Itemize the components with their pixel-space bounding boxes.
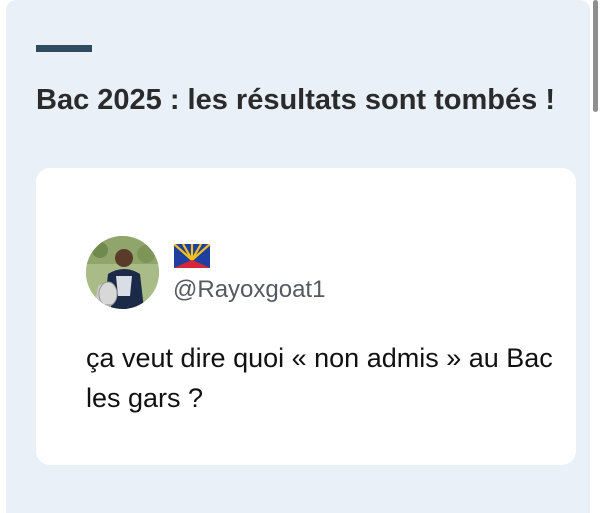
tweet-text: ça veut dire quoi « non admis » au Bac l…	[86, 343, 553, 413]
scrollbar[interactable]	[592, 0, 600, 513]
embedded-tweet-card[interactable]: @Rayoxgoat1 ça veut dire quoi « non admi…	[36, 168, 576, 465]
page: Bac 2025 : les résultats sont tombés ! @…	[0, 0, 600, 513]
article-title: Bac 2025 : les résultats sont tombés !	[36, 84, 555, 116]
avatar-image	[86, 236, 159, 309]
tweet-author-handle[interactable]: @Rayoxgoat1	[173, 276, 325, 304]
reunion-flag-icon	[173, 243, 211, 268]
article-panel: Bac 2025 : les résultats sont tombés ! @…	[6, 0, 590, 513]
accent-bar	[36, 45, 92, 52]
avatar[interactable]	[86, 236, 159, 309]
scrollbar-thumb[interactable]	[593, 0, 598, 112]
